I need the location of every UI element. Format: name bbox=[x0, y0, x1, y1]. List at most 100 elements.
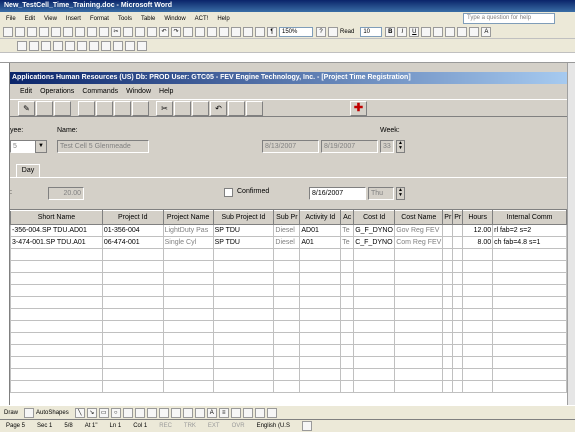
table-cell[interactable] bbox=[273, 356, 301, 369]
table-cell[interactable] bbox=[10, 368, 103, 381]
table-cell[interactable] bbox=[273, 308, 301, 321]
table-cell[interactable] bbox=[10, 332, 103, 345]
table-cell[interactable] bbox=[162, 368, 214, 381]
undo-icon[interactable]: ↶ bbox=[159, 26, 169, 37]
table-cell[interactable]: Te bbox=[340, 236, 355, 249]
table-cell[interactable] bbox=[212, 320, 275, 333]
menu-edit[interactable]: Edit bbox=[25, 16, 35, 22]
column-header[interactable]: Project Name bbox=[162, 210, 214, 225]
menu-act[interactable]: ACT! bbox=[195, 16, 209, 22]
table-cell[interactable] bbox=[492, 260, 567, 273]
table-cell[interactable] bbox=[340, 272, 355, 285]
table-cell[interactable] bbox=[212, 344, 275, 357]
table-tool-icon-3[interactable] bbox=[41, 40, 51, 51]
table-cell[interactable] bbox=[492, 368, 567, 381]
table-cell[interactable] bbox=[101, 248, 164, 261]
table-cell[interactable] bbox=[212, 272, 275, 285]
table-cell[interactable] bbox=[162, 344, 214, 357]
zoom-select[interactable]: 150% bbox=[279, 26, 313, 37]
table-cell[interactable] bbox=[394, 248, 444, 261]
table-cell[interactable] bbox=[273, 284, 301, 297]
add-cross-icon[interactable]: ✚ bbox=[350, 100, 367, 116]
arrow-icon[interactable]: ↘ bbox=[86, 407, 97, 418]
new-record-icon[interactable] bbox=[36, 100, 53, 116]
table-cell[interactable] bbox=[273, 332, 301, 345]
table-cell[interactable] bbox=[10, 284, 103, 297]
table-cell[interactable] bbox=[492, 356, 567, 369]
table-row[interactable] bbox=[10, 260, 567, 273]
table-row[interactable] bbox=[10, 308, 567, 321]
table-cell[interactable] bbox=[162, 356, 214, 369]
table-cell[interactable] bbox=[162, 272, 214, 285]
table-row[interactable] bbox=[10, 380, 567, 393]
table-tool-icon-8[interactable] bbox=[101, 40, 111, 51]
underline-button[interactable]: U bbox=[409, 26, 420, 37]
table-cell[interactable] bbox=[394, 260, 444, 273]
new-doc-icon[interactable] bbox=[3, 26, 13, 37]
table-cell[interactable]: Diesel bbox=[273, 236, 301, 249]
table-row[interactable] bbox=[10, 332, 567, 345]
table-cell[interactable] bbox=[353, 284, 396, 297]
table-cell[interactable] bbox=[212, 284, 275, 297]
table-cell[interactable] bbox=[299, 296, 342, 309]
table-cell[interactable]: Diesel bbox=[273, 224, 301, 237]
dash-style-icon[interactable] bbox=[230, 407, 241, 418]
table-cell[interactable] bbox=[442, 236, 454, 249]
table-row[interactable] bbox=[10, 368, 567, 381]
help-icon[interactable]: ? bbox=[316, 26, 326, 37]
table-cell[interactable] bbox=[394, 368, 444, 381]
table-cell[interactable] bbox=[462, 248, 494, 261]
table-cell[interactable]: G_F_DYNO bbox=[353, 224, 396, 237]
menu-view[interactable]: View bbox=[44, 16, 57, 22]
app-menu-operations[interactable]: Operations bbox=[40, 88, 74, 95]
hyperlink-icon[interactable] bbox=[183, 26, 193, 37]
table-cell[interactable] bbox=[273, 344, 301, 357]
table-cell[interactable] bbox=[353, 344, 396, 357]
table-cell[interactable] bbox=[299, 344, 342, 357]
table-cell[interactable] bbox=[273, 296, 301, 309]
table-cell[interactable] bbox=[162, 332, 214, 345]
table-cell[interactable] bbox=[442, 224, 454, 237]
column-header[interactable]: Sub Project Id bbox=[212, 210, 275, 225]
table-cell[interactable] bbox=[273, 368, 301, 381]
table-cell[interactable]: Gov Reg FEV bbox=[394, 224, 444, 237]
table-cell[interactable] bbox=[462, 260, 494, 273]
table-row[interactable]: -356-004.SP TDU.AD01 01-356-004 LightDuty … bbox=[10, 224, 567, 237]
table-cell[interactable] bbox=[340, 356, 355, 369]
table-cell[interactable] bbox=[273, 320, 301, 333]
table-cell[interactable] bbox=[299, 332, 342, 345]
table-cell[interactable] bbox=[462, 380, 494, 393]
read-button[interactable]: Read bbox=[340, 29, 354, 35]
table-cell[interactable] bbox=[353, 380, 396, 393]
table-cell[interactable] bbox=[10, 380, 103, 393]
print-preview-icon[interactable] bbox=[75, 26, 85, 37]
table-cell[interactable] bbox=[101, 368, 164, 381]
table-cell[interactable] bbox=[340, 320, 355, 333]
tables-borders-icon[interactable] bbox=[195, 26, 205, 37]
table-cell[interactable] bbox=[462, 284, 494, 297]
table-cell[interactable] bbox=[10, 356, 103, 369]
menu-file[interactable]: File bbox=[6, 16, 16, 22]
table-cell[interactable] bbox=[273, 260, 301, 273]
table-cell[interactable] bbox=[452, 272, 464, 285]
table-cell[interactable]: SP TDU bbox=[212, 236, 275, 249]
italic-button[interactable]: I bbox=[397, 26, 408, 37]
table-cell[interactable] bbox=[212, 260, 275, 273]
table-cell[interactable] bbox=[442, 332, 454, 345]
table-cell[interactable]: 01-356-004 bbox=[101, 224, 164, 237]
3d-icon[interactable] bbox=[266, 407, 277, 418]
table-cell[interactable] bbox=[353, 356, 396, 369]
edit-icon[interactable]: ✎ bbox=[18, 100, 35, 116]
copy-icon[interactable] bbox=[123, 26, 133, 37]
table-cell[interactable] bbox=[10, 296, 103, 309]
table-cell[interactable] bbox=[162, 380, 214, 393]
table-cell[interactable] bbox=[340, 308, 355, 321]
vertical-scrollbar[interactable] bbox=[567, 63, 575, 405]
prev-icon[interactable] bbox=[78, 100, 95, 116]
draw-menu[interactable]: Draw bbox=[4, 410, 18, 416]
confirmed-checkbox[interactable] bbox=[224, 188, 233, 197]
column-header[interactable]: Activity Id bbox=[299, 210, 342, 225]
table-cell[interactable] bbox=[394, 308, 444, 321]
table-cell[interactable] bbox=[442, 248, 454, 261]
table-cell[interactable]: LightDuty Pas bbox=[162, 224, 214, 237]
